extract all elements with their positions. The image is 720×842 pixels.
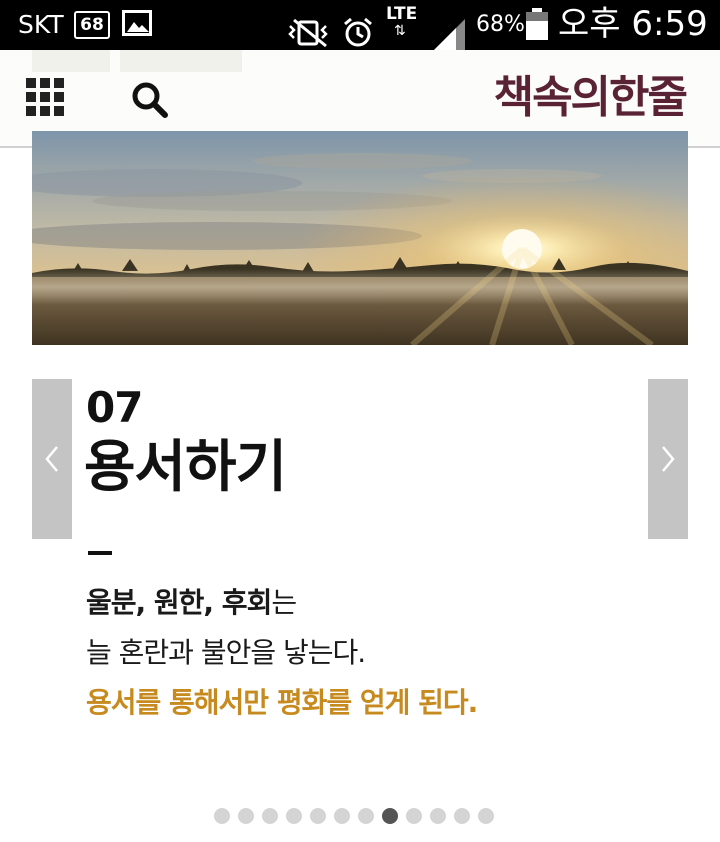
quote-line-2: 늘 혼란과 불안을 낳는다. — [86, 636, 366, 669]
quote-line-1-rest: 는 — [271, 586, 297, 619]
search-icon[interactable] — [130, 80, 170, 120]
pagination-dot[interactable] — [262, 808, 278, 824]
brand-logo[interactable]: 책속의한줄 — [494, 70, 688, 126]
slide-number: 07 — [86, 383, 143, 432]
quote-line-1-emphasis: 울분, 원한, 후회 — [86, 586, 272, 619]
data-activity-icon: ⇅ — [394, 23, 406, 39]
lte-label: LTE — [386, 4, 418, 24]
battery-icon — [526, 8, 548, 40]
slide-title: 용서하기 — [84, 435, 287, 500]
battery-percent: 68% — [476, 12, 525, 37]
pagination-dot[interactable] — [478, 808, 494, 824]
pagination-dot[interactable] — [382, 808, 398, 824]
gallery-icon — [122, 10, 152, 36]
grid-menu-icon[interactable] — [26, 78, 64, 116]
next-slide-button[interactable] — [648, 379, 688, 539]
status-bar: SKT 68 LTE ⇅ 68% 오후 6:59 — [0, 0, 720, 50]
carrier-label: SKT — [18, 10, 64, 39]
pagination-dot[interactable] — [454, 808, 470, 824]
pagination-dot[interactable] — [310, 808, 326, 824]
hero-image — [32, 131, 688, 345]
title-divider — [88, 551, 112, 555]
chevron-left-icon — [45, 446, 58, 472]
pagination-dot[interactable] — [214, 808, 230, 824]
pagination-dot[interactable] — [406, 808, 422, 824]
prev-slide-button[interactable] — [32, 379, 72, 539]
notification-badge-icon: 68 — [74, 11, 110, 39]
pagination-dot[interactable] — [238, 808, 254, 824]
pagination-dot[interactable] — [358, 808, 374, 824]
tab-ghost — [120, 50, 242, 72]
pagination-dot[interactable] — [286, 808, 302, 824]
pagination-dot[interactable] — [430, 808, 446, 824]
quote-line-3: 용서를 통해서만 평화를 얻게 된다. — [86, 686, 478, 719]
quote-line-1: 울분, 원한, 후회는 — [86, 584, 297, 622]
pagination-dot[interactable] — [334, 808, 350, 824]
clock: 오후 6:59 — [558, 4, 708, 44]
pagination-dots — [214, 808, 494, 826]
chevron-right-icon — [662, 446, 675, 472]
tab-ghost — [32, 50, 110, 72]
